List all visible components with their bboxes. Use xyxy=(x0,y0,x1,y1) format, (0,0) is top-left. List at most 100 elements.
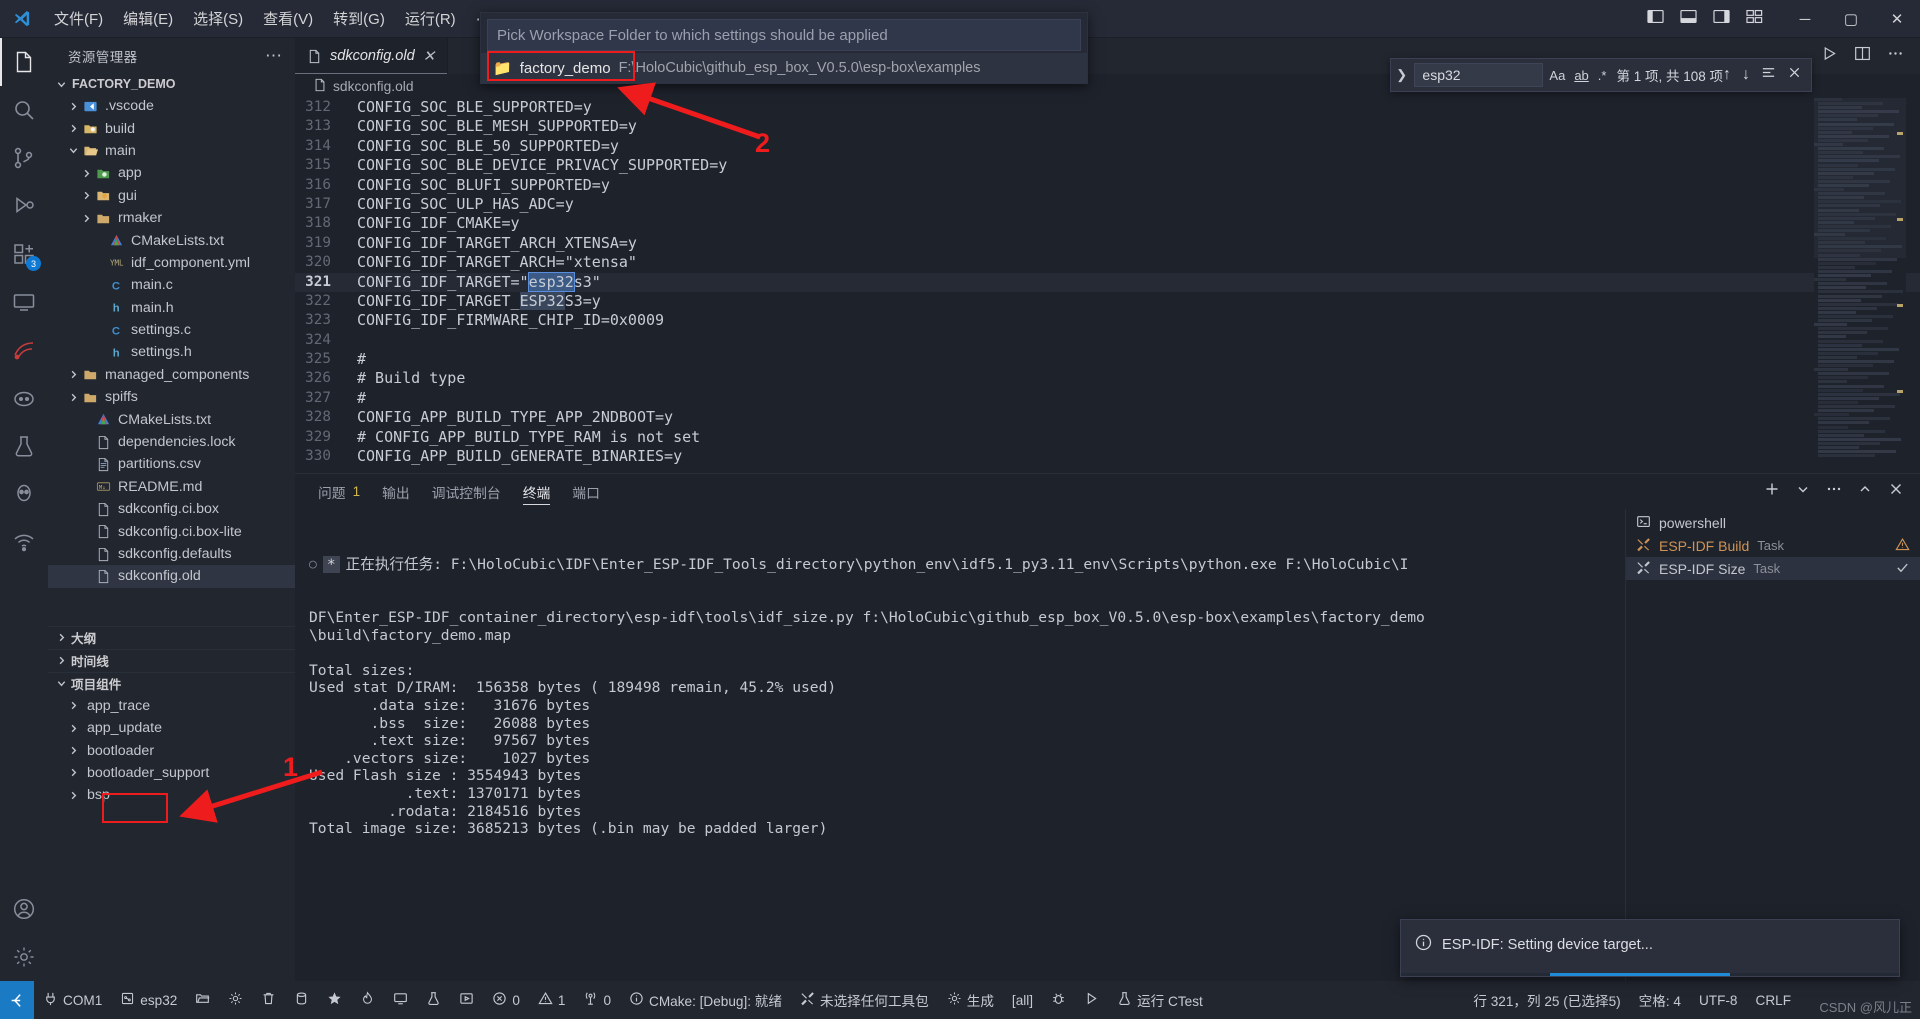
status-item-database[interactable] xyxy=(285,981,318,1019)
status-item-trash[interactable] xyxy=(252,981,285,1019)
status-item-生成[interactable]: 生成 xyxy=(938,981,1003,1019)
maximize-button[interactable]: ▢ xyxy=(1828,0,1874,38)
sidebar-panel-project-components[interactable]: 项目组件 xyxy=(48,672,295,695)
tree-item-main-h[interactable]: hmain.h xyxy=(48,297,295,319)
chevron-right-icon[interactable] xyxy=(65,723,81,734)
terminal-list-item-2[interactable]: ESP-IDF SizeTask xyxy=(1626,557,1920,580)
maximize-panel-icon[interactable] xyxy=(1857,481,1873,502)
find-previous-icon[interactable]: ↑ xyxy=(1723,66,1731,84)
component-item-bsp[interactable]: bsp xyxy=(48,784,295,806)
whole-word-icon[interactable]: ab xyxy=(1574,68,1588,83)
activity-test[interactable] xyxy=(0,422,48,470)
status-item-play-box[interactable] xyxy=(450,981,483,1019)
status-item-bug[interactable] xyxy=(1042,981,1075,1019)
tree-item-settings-h[interactable]: hsettings.h xyxy=(48,341,295,363)
activity-wifi[interactable] xyxy=(0,518,48,566)
terminal-list-item-1[interactable]: ESP-IDF BuildTask xyxy=(1626,534,1920,557)
status-item-flask[interactable] xyxy=(417,981,450,1019)
tree-item-partitions-csv[interactable]: partitions.csv xyxy=(48,453,295,475)
status-right-item-2[interactable]: UTF-8 xyxy=(1690,981,1747,1019)
chevron-right-icon[interactable] xyxy=(65,790,81,801)
tree-item-spiffs[interactable]: spiffs xyxy=(48,386,295,408)
chevron-right-icon[interactable] xyxy=(78,168,94,179)
customize-layout-icon[interactable] xyxy=(1745,7,1764,31)
tree-item-sdkconfig-defaults[interactable]: sdkconfig.defaults xyxy=(48,543,295,565)
activity-source-control[interactable] xyxy=(0,134,48,182)
tree-item-rmaker[interactable]: rmaker xyxy=(48,207,295,229)
activity-copilot[interactable] xyxy=(0,374,48,422)
activity-accounts[interactable] xyxy=(0,885,48,933)
match-case-icon[interactable]: Aa xyxy=(1549,68,1565,83)
toggle-replace-icon[interactable]: ❯ xyxy=(1391,67,1412,83)
tree-item-dependencies-lock[interactable]: dependencies.lock xyxy=(48,431,295,453)
toggle-panel-icon[interactable] xyxy=(1679,7,1698,31)
sidebar-panel-timeline[interactable]: 时间线 xyxy=(48,649,295,672)
new-terminal-icon[interactable] xyxy=(1764,481,1780,502)
tree-item-build[interactable]: build xyxy=(48,117,295,139)
terminal-dropdown-icon[interactable] xyxy=(1795,481,1811,502)
activity-remote-explorer[interactable] xyxy=(0,278,48,326)
chevron-right-icon[interactable] xyxy=(65,101,81,112)
component-item-bootloader_support[interactable]: bootloader_support xyxy=(48,762,295,784)
status-item-0[interactable]: 0 xyxy=(574,981,620,1019)
find-in-selection-icon[interactable] xyxy=(1761,65,1776,85)
editor-minimap[interactable] xyxy=(1814,98,1906,473)
status-item-com1[interactable]: COM1 xyxy=(34,981,111,1019)
tree-item-idf-component-yml[interactable]: YMLidf_component.yml xyxy=(48,252,295,274)
menu-edit[interactable]: 编辑(E) xyxy=(113,4,183,33)
minimize-button[interactable]: ─ xyxy=(1782,0,1828,38)
status-item-未选择任何工具包[interactable]: 未选择任何工具包 xyxy=(791,981,938,1019)
tree-item-sdkconfig-ci-box[interactable]: sdkconfig.ci.box xyxy=(48,498,295,520)
tree-item-readme-md[interactable]: M↓README.md xyxy=(48,476,295,498)
activity-espressif[interactable] xyxy=(0,326,48,374)
toggle-secondary-sidebar-icon[interactable] xyxy=(1712,7,1731,31)
sidebar-more-icon[interactable]: ⋯ xyxy=(265,46,283,66)
close-find-icon[interactable] xyxy=(1787,65,1802,85)
tab-close-icon[interactable]: ✕ xyxy=(423,47,436,65)
chevron-down-icon[interactable] xyxy=(65,145,81,156)
editor-more-icon[interactable] xyxy=(1887,45,1904,67)
activity-search[interactable] xyxy=(0,86,48,134)
panel-tab-4[interactable]: 端口 xyxy=(561,474,611,509)
sidebar-panel-outline[interactable]: 大纲 xyxy=(48,626,295,649)
status-item-flame[interactable] xyxy=(351,981,384,1019)
tree-item-managed-components[interactable]: managed_components xyxy=(48,364,295,386)
tree-item-settings-c[interactable]: Csettings.c xyxy=(48,319,295,341)
use-regex-icon[interactable]: .* xyxy=(1598,68,1607,83)
close-panel-icon[interactable] xyxy=(1888,481,1904,502)
find-next-icon[interactable]: ↓ xyxy=(1742,66,1750,84)
code-editor[interactable]: 312CONFIG_SOC_BLE_SUPPORTED=y313CONFIG_S… xyxy=(295,98,1920,473)
component-item-app_update[interactable]: app_update xyxy=(48,717,295,739)
chevron-right-icon[interactable] xyxy=(78,213,94,224)
split-editor-icon[interactable] xyxy=(1854,45,1871,67)
status-right-item-0[interactable]: 行 321，列 25 (已选择5) xyxy=(1464,981,1629,1019)
menu-file[interactable]: 文件(F) xyxy=(44,4,113,33)
chevron-right-icon[interactable] xyxy=(78,190,94,201)
terminal-output[interactable]: ○ * 正在执行任务: F:\HoloCubic\IDF\Enter_ESP-I… xyxy=(295,509,1625,982)
status-item-cmake-debug-就绪[interactable]: CMake: [Debug]: 就绪 xyxy=(620,981,791,1019)
status-right-item-3[interactable]: CRLF xyxy=(1747,981,1801,1019)
terminal-list-item-0[interactable]: powershell xyxy=(1626,511,1920,534)
tree-item-app[interactable]: app xyxy=(48,162,295,184)
menu-go[interactable]: 转到(G) xyxy=(323,4,395,33)
chevron-right-icon[interactable] xyxy=(65,767,81,778)
activity-settings[interactable] xyxy=(0,933,48,981)
tree-item-gui[interactable]: gui xyxy=(48,185,295,207)
activity-extensions[interactable]: 3 xyxy=(0,230,48,278)
activity-run-debug[interactable] xyxy=(0,182,48,230)
status-item-play[interactable] xyxy=(1075,981,1108,1019)
chevron-right-icon[interactable] xyxy=(65,392,81,403)
tree-item-cmakelists-txt[interactable]: CMakeLists.txt xyxy=(48,229,295,251)
panel-tab-1[interactable]: 输出 xyxy=(371,474,421,509)
component-item-bootloader[interactable]: bootloader xyxy=(48,739,295,761)
tree-item-main-c[interactable]: Cmain.c xyxy=(48,274,295,296)
status-item--all-[interactable]: [all] xyxy=(1003,981,1042,1019)
panel-more-icon[interactable] xyxy=(1826,481,1842,502)
status-item-gear[interactable] xyxy=(219,981,252,1019)
menu-view[interactable]: 查看(V) xyxy=(253,4,323,33)
toggle-primary-sidebar-icon[interactable] xyxy=(1646,7,1665,31)
chevron-right-icon[interactable] xyxy=(65,700,81,711)
status-item-monitor[interactable] xyxy=(384,981,417,1019)
close-button[interactable]: ✕ xyxy=(1874,0,1920,38)
activity-platformio[interactable] xyxy=(0,470,48,518)
